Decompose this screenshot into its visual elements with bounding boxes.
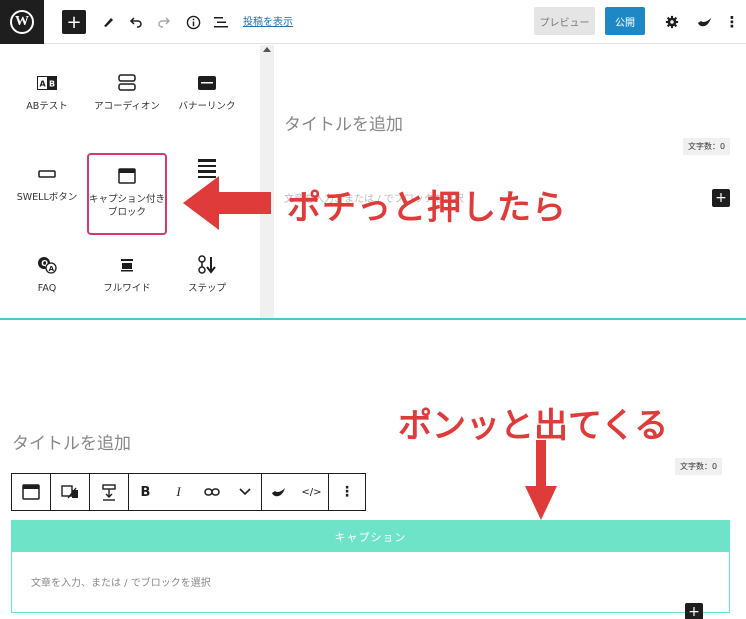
section-divider [0, 318, 746, 320]
block-faq[interactable]: QA FAQ [7, 254, 87, 295]
publish-button[interactable]: 公開 [605, 7, 645, 35]
block-toolbar: B I </> ⋮ [11, 473, 366, 511]
link-icon [203, 488, 220, 496]
move-icon [102, 484, 116, 501]
annotation-click-text: ポチっと押したら [287, 188, 567, 228]
block-label: ステップ [187, 283, 226, 294]
settings-button[interactable] [660, 10, 684, 34]
swell-logo-icon [272, 488, 285, 497]
more-format-button[interactable] [228, 474, 261, 510]
accordion-icon [118, 74, 136, 91]
red-arrow-left-icon [183, 176, 271, 230]
block-caption-box[interactable]: キャプション付きブロック [87, 153, 167, 235]
info-icon [186, 15, 200, 29]
block-banner-link[interactable]: バナーリンク [167, 72, 247, 113]
block-label: フルワイド [103, 283, 151, 294]
list-view-button[interactable] [209, 10, 233, 34]
redo-icon [158, 17, 171, 28]
post-title-input[interactable]: タイトルを追加 [12, 429, 131, 454]
add-block-button[interactable]: + [62, 10, 86, 34]
transform-button[interactable] [51, 474, 89, 510]
add-block-inline-button[interactable]: + [685, 603, 703, 619]
code-button[interactable]: </> [295, 474, 328, 510]
svg-text:A: A [49, 265, 55, 273]
block-label: アコーディオン [94, 101, 160, 112]
transform-icon [61, 485, 78, 499]
block-label: ABテスト [26, 101, 68, 112]
chevron-down-icon [238, 488, 251, 496]
plus-icon: + [715, 190, 727, 206]
full-wide-icon [121, 259, 133, 272]
more-vertical-icon: ⋮ [724, 13, 740, 31]
paragraph-placeholder[interactable]: 文章を入力、または / でブロックを選択 [31, 574, 211, 589]
block-label: FAQ [37, 283, 57, 294]
block-accordion[interactable]: アコーディオン [87, 72, 167, 113]
add-block-inline-button[interactable]: + [712, 189, 730, 207]
redo-button[interactable] [152, 10, 176, 34]
swell-format-button[interactable] [262, 474, 295, 510]
undo-icon [129, 17, 142, 28]
banner-link-icon [198, 76, 216, 90]
plus-icon: + [66, 11, 82, 33]
swell-button[interactable] [692, 10, 716, 34]
gear-icon [665, 15, 679, 29]
preview-button[interactable]: プレビュー [534, 7, 595, 35]
svg-text:A: A [40, 80, 47, 89]
button-icon [38, 170, 56, 178]
character-count: 文字数：0 [683, 138, 731, 155]
bold-button[interactable]: B [129, 474, 162, 510]
block-options-button[interactable]: ⋮ [329, 474, 365, 510]
faq-icon: QA [38, 257, 57, 274]
wordpress-icon: W [10, 10, 34, 34]
link-button[interactable] [195, 474, 228, 510]
ab-test-icon: AB [37, 76, 57, 90]
details-button[interactable] [181, 10, 205, 34]
editor-header: W + 投稿を表示 プレビュー 公開 ⋮ [0, 0, 746, 44]
block-step[interactable]: ステップ [167, 254, 247, 295]
block-ab-test[interactable]: AB ABテスト [7, 72, 87, 113]
screenshot-root: W + 投稿を表示 プレビュー 公開 ⋮ AB ABテスト アコーディオン バナ… [0, 0, 746, 619]
character-count: 文字数：0 [675, 458, 723, 475]
step-icon [198, 255, 216, 274]
italic-button[interactable]: I [162, 474, 195, 510]
options-button[interactable]: ⋮ [720, 10, 744, 34]
undo-button[interactable] [124, 10, 148, 34]
tools-button[interactable] [96, 10, 120, 34]
caption-body[interactable]: 文章を入力、または / でブロックを選択 + [12, 552, 729, 619]
caption-box-block[interactable]: キャプション 文章を入力、または / でブロックを選択 + [11, 520, 730, 619]
pencil-icon [104, 18, 113, 27]
block-full-wide[interactable]: フルワイド [87, 254, 167, 295]
wordpress-logo-button[interactable]: W [0, 0, 44, 44]
move-button[interactable] [90, 474, 128, 510]
block-label: バナーリンク [178, 101, 236, 112]
block-type-button[interactable] [12, 474, 50, 510]
svg-text:B: B [49, 80, 55, 89]
block-label: キャプション付きブロック [89, 194, 166, 218]
caption-title[interactable]: キャプション [12, 521, 729, 552]
view-post-link[interactable]: 投稿を表示 [243, 13, 293, 28]
block-label: SWELLボタン [16, 192, 78, 203]
block-swell-button[interactable]: SWELLボタン [7, 163, 87, 204]
list-view-icon [213, 16, 228, 27]
plus-icon: + [688, 604, 700, 619]
red-arrow-down-icon [525, 440, 557, 520]
post-title-input[interactable]: タイトルを追加 [284, 110, 403, 135]
swell-logo-icon [697, 18, 711, 27]
scroll-up-arrow-icon[interactable] [263, 47, 271, 52]
caption-box-icon [118, 168, 136, 184]
caption-box-icon [22, 484, 40, 500]
